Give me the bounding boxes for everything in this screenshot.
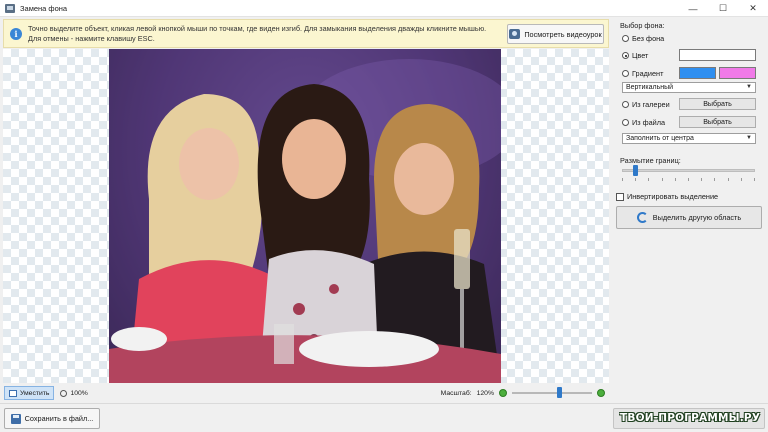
left-woman-face <box>179 128 239 200</box>
gradient-start-swatch[interactable] <box>679 67 716 79</box>
option-color[interactable]: Цвет <box>622 51 648 60</box>
radio-color[interactable] <box>622 52 629 59</box>
minimize-button[interactable]: — <box>678 0 708 17</box>
save-to-file-label: Сохранить в файл... <box>24 414 94 423</box>
fill-mode-value: Заполнить от центра <box>626 135 694 142</box>
gradient-direction-select[interactable]: Вертикальный ▼ <box>622 82 756 93</box>
color-label: Цвет <box>632 51 649 60</box>
footer: Сохранить в файл... ТВОИ-ПРОГРАММЫ.РУ <box>0 403 768 432</box>
middle-woman-face <box>282 119 346 199</box>
plate <box>299 331 439 367</box>
option-no-background[interactable]: Без фона <box>622 34 664 43</box>
background-panel: Выбор фона: Без фона Цвет Градиент Верти… <box>612 18 765 402</box>
select-other-area-label: Выделить другую область <box>652 213 742 222</box>
fit-to-window-icon <box>9 389 17 397</box>
watch-video-button[interactable]: Посмотреть видеоурок <box>507 24 604 44</box>
background-choice-label: Выбор фона: <box>620 21 665 30</box>
invert-selection-option[interactable]: Инвертировать выделение <box>616 192 718 201</box>
fit-button[interactable]: Уместить <box>4 386 55 400</box>
watch-video-label: Посмотреть видеоурок <box>524 29 602 39</box>
gradient-end-swatch[interactable] <box>719 67 756 79</box>
zoom-value: 120% <box>476 389 494 397</box>
plate <box>111 327 167 351</box>
fill-mode-select[interactable]: Заполнить от центра ▼ <box>622 133 756 144</box>
choose-file-button[interactable]: Выбрать <box>679 116 756 128</box>
edge-blur-slider-thumb[interactable] <box>633 165 639 176</box>
color-swatch[interactable] <box>679 49 756 61</box>
chevron-down-icon: ▼ <box>746 135 752 141</box>
water-glass <box>274 324 294 364</box>
zoom-slider[interactable] <box>512 387 592 398</box>
zoom-slider-thumb[interactable] <box>557 387 562 398</box>
from-gallery-label: Из галереи <box>632 100 670 109</box>
window-title: Замена фона <box>20 3 68 13</box>
blouse-flower <box>329 284 339 294</box>
radio-from-gallery[interactable] <box>622 101 629 108</box>
actual-size-button[interactable]: 100% <box>60 389 88 397</box>
champagne-glass <box>454 229 470 289</box>
glass-stem <box>460 289 464 349</box>
photo-illustration <box>109 49 501 383</box>
edge-blur-slider[interactable] <box>622 165 755 176</box>
option-file[interactable]: Из файла <box>622 118 665 127</box>
actual-size-label: 100% <box>70 389 88 397</box>
invert-selection-label: Инвертировать выделение <box>627 192 719 201</box>
radio-from-file[interactable] <box>622 119 629 126</box>
webcam-icon <box>509 29 521 39</box>
no-background-label: Без фона <box>632 34 665 43</box>
zoom-in-button[interactable] <box>597 389 605 397</box>
close-button[interactable]: ✕ <box>738 0 768 17</box>
choose-gallery-button[interactable]: Выбрать <box>679 98 756 110</box>
option-gallery[interactable]: Из галереи <box>622 100 670 109</box>
fit-label: Уместить <box>20 389 50 397</box>
save-to-file-button[interactable]: Сохранить в файл... <box>4 408 100 429</box>
magnifier-icon <box>60 389 68 397</box>
maximize-button[interactable]: ☐ <box>708 0 738 17</box>
radio-no-background[interactable] <box>622 35 629 42</box>
chevron-down-icon: ▼ <box>746 84 752 90</box>
hint-text: Точно выделите объект, кликая левой кноп… <box>28 23 487 43</box>
radio-gradient[interactable] <box>622 70 629 77</box>
select-other-area-button[interactable]: Выделить другую область <box>616 206 762 229</box>
photo[interactable] <box>109 49 501 383</box>
hint-bar: i Точно выделите объект, кликая левой кн… <box>3 19 609 48</box>
info-icon: i <box>10 27 22 40</box>
apply-button-area[interactable]: ТВОИ-ПРОГРАММЫ.РУ <box>613 408 765 429</box>
edge-blur-label: Размытие границ: <box>620 156 681 165</box>
refresh-icon <box>636 212 648 223</box>
zoom-out-button[interactable] <box>499 389 507 397</box>
invert-selection-checkbox[interactable] <box>616 192 624 201</box>
blouse-flower <box>293 303 305 315</box>
right-woman-face <box>394 143 454 215</box>
canvas-toolbar: Уместить 100% Масштаб: 120% <box>3 384 609 402</box>
zoom-control: Масштаб: 120% <box>441 386 605 400</box>
option-gradient[interactable]: Градиент <box>622 69 663 78</box>
site-watermark: ТВОИ-ПРОГРАММЫ.РУ <box>620 412 761 424</box>
editing-canvas[interactable] <box>3 49 609 383</box>
window-controls: — ☐ ✕ <box>678 0 768 17</box>
zoom-label: Масштаб: <box>440 389 472 397</box>
gradient-direction-value: Вертикальный <box>626 84 674 91</box>
from-file-label: Из файла <box>632 118 666 127</box>
edge-blur-ticks <box>622 178 755 181</box>
gradient-label: Градиент <box>632 69 664 78</box>
floppy-disk-icon <box>10 413 21 424</box>
picture-icon <box>5 3 15 13</box>
title-bar: Замена фона — ☐ ✕ <box>0 0 768 17</box>
